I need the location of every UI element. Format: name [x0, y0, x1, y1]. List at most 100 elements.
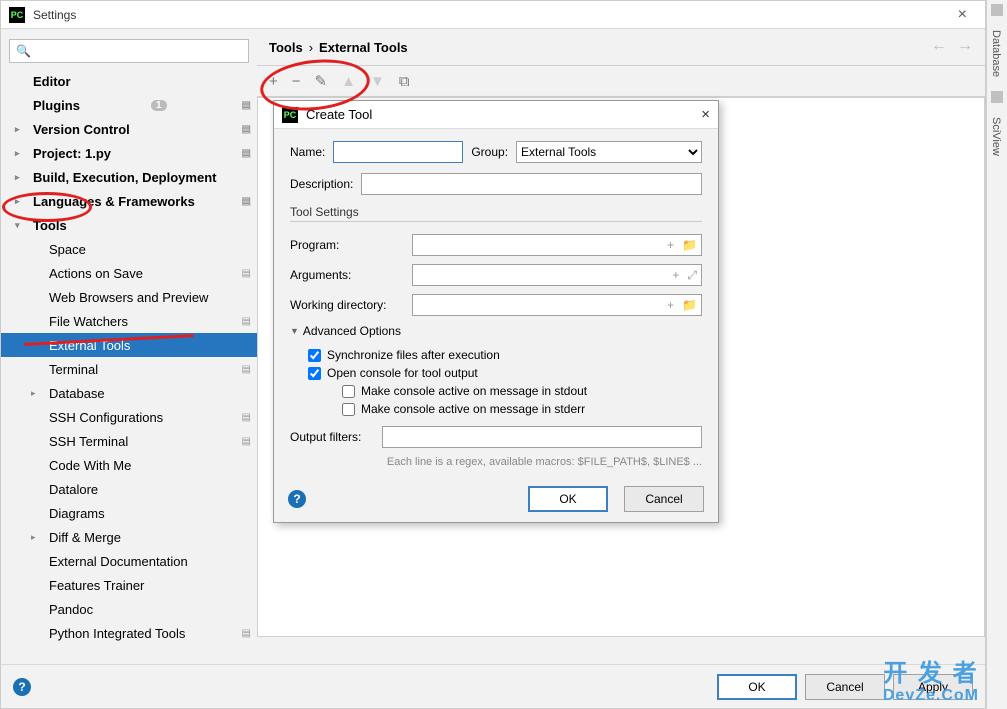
- dialog-ok-button[interactable]: OK: [528, 486, 608, 512]
- chevron-right-icon: ▸: [15, 172, 20, 183]
- sidebar-item-languages-frameworks[interactable]: ▸Languages & Frameworks▤: [1, 189, 257, 213]
- cancel-button[interactable]: Cancel: [805, 674, 885, 700]
- sidebar-item-python-integrated-tools[interactable]: Python Integrated Tools▤: [1, 621, 257, 645]
- gear-icon: ▤: [242, 364, 251, 375]
- group-label: Group:: [471, 145, 508, 159]
- sidebar-item-label: SSH Configurations: [49, 410, 163, 425]
- gear-icon: ▤: [242, 196, 251, 207]
- ok-button[interactable]: OK: [717, 674, 797, 700]
- search-input[interactable]: [35, 44, 242, 58]
- browse-icon[interactable]: 📁: [678, 298, 701, 312]
- stdout-label: Make console active on message in stdout: [361, 384, 587, 398]
- sidebar-item-diff-merge[interactable]: ▸Diff & Merge: [1, 525, 257, 549]
- database-rail-tab[interactable]: Database: [987, 20, 1005, 87]
- nav-back-icon[interactable]: ←: [931, 37, 947, 55]
- sidebar-item-file-watchers[interactable]: File Watchers ▤: [1, 309, 257, 333]
- sidebar-item-ssh-terminal[interactable]: SSH Terminal▤: [1, 429, 257, 453]
- sync-files-checkbox[interactable]: [308, 349, 321, 362]
- titlebar: PC Settings ×: [1, 1, 985, 29]
- sidebar-item-label: Languages & Frameworks: [33, 194, 195, 209]
- dialog-title: Create Tool: [306, 107, 372, 122]
- working-dir-label: Working directory:: [290, 298, 406, 312]
- dialog-close-button[interactable]: ×: [701, 106, 710, 123]
- rail-icon[interactable]: [991, 4, 1003, 16]
- breadcrumb: Tools › External Tools ← →: [257, 29, 985, 65]
- expand-icon[interactable]: ⤢: [683, 268, 701, 283]
- insert-macro-icon[interactable]: +: [663, 298, 678, 312]
- sidebar-item-space[interactable]: Space: [1, 237, 257, 261]
- window-close-button[interactable]: ×: [948, 6, 977, 24]
- sidebar-item-editor[interactable]: Editor: [1, 69, 257, 93]
- insert-macro-icon[interactable]: +: [668, 268, 683, 282]
- tool-settings-heading: Tool Settings: [290, 205, 702, 222]
- sidebar-item-pandoc[interactable]: Pandoc: [1, 597, 257, 621]
- sidebar-item-features-trainer[interactable]: Features Trainer: [1, 573, 257, 597]
- sidebar-item-datalore[interactable]: Datalore: [1, 477, 257, 501]
- sidebar-item-database[interactable]: ▸Database: [1, 381, 257, 405]
- advanced-options-toggle[interactable]: ▼ Advanced Options: [290, 324, 702, 338]
- sidebar-item-build-execution-deployment[interactable]: ▸ Build, Execution, Deployment: [1, 165, 257, 189]
- chevron-down-icon: ▾: [15, 220, 20, 231]
- gear-icon: ▤: [242, 268, 251, 279]
- sidebar-item-terminal[interactable]: Terminal▤: [1, 357, 257, 381]
- browse-icon[interactable]: 📁: [678, 238, 701, 252]
- right-tool-rail: Database SciView: [986, 0, 1007, 709]
- dialog-cancel-button[interactable]: Cancel: [624, 486, 704, 512]
- copy-button[interactable]: ⧉: [399, 73, 410, 90]
- output-filters-label: Output filters:: [290, 430, 376, 444]
- stderr-checkbox[interactable]: [342, 403, 355, 416]
- rail-icon[interactable]: [991, 91, 1003, 103]
- gear-icon: ▤: [242, 412, 251, 423]
- sidebar-item-plugins[interactable]: Plugins1▤: [1, 93, 257, 117]
- chevron-right-icon: ▸: [15, 148, 20, 159]
- create-tool-dialog: PC Create Tool × Name: Group: External T…: [273, 100, 719, 523]
- add-button[interactable]: +: [269, 73, 278, 90]
- move-up-button[interactable]: ▲: [341, 73, 356, 90]
- name-input[interactable]: [333, 141, 463, 163]
- sidebar-item-label: Build, Execution, Deployment: [33, 170, 216, 185]
- breadcrumb-leaf: External Tools: [319, 40, 408, 55]
- stdout-checkbox[interactable]: [342, 385, 355, 398]
- edit-button[interactable]: ✎: [315, 72, 328, 90]
- dialog-help-button[interactable]: ?: [288, 490, 306, 508]
- sidebar-item-web-browsers-and-preview[interactable]: Web Browsers and Preview: [1, 285, 257, 309]
- move-down-button[interactable]: ▼: [370, 73, 385, 90]
- group-select[interactable]: External Tools: [516, 141, 702, 163]
- sidebar-item-version-control[interactable]: ▸Version Control▤: [1, 117, 257, 141]
- insert-macro-icon[interactable]: +: [663, 238, 678, 252]
- stderr-label: Make console active on message in stderr: [361, 402, 585, 416]
- sidebar-item-actions-on-save[interactable]: Actions on Save▤: [1, 261, 257, 285]
- filters-hint: Each line is a regex, available macros: …: [290, 456, 702, 468]
- chevron-right-icon: ▸: [15, 124, 20, 135]
- sidebar: 🔍 Editor Plugins1▤ ▸ Version Control ▤ ▸Proje…: [1, 29, 257, 664]
- sidebar-item-label: Web Browsers and Preview: [49, 290, 208, 305]
- nav-forward-icon[interactable]: →: [957, 37, 973, 55]
- remove-button[interactable]: −: [292, 73, 301, 90]
- program-label: Program:: [290, 238, 406, 252]
- sidebar-item-code-with-me[interactable]: Code With Me: [1, 453, 257, 477]
- output-filters-input[interactable]: [383, 430, 701, 444]
- help-button[interactable]: ?: [13, 678, 31, 696]
- sidebar-item-label: Editor: [33, 74, 71, 89]
- arguments-label: Arguments:: [290, 268, 406, 282]
- sidebar-item-tools[interactable]: ▾Tools: [1, 213, 257, 237]
- search-icon: 🔍: [16, 44, 31, 58]
- working-dir-input[interactable]: [413, 298, 663, 312]
- open-console-checkbox[interactable]: [308, 367, 321, 380]
- sidebar-item-label: Python Integrated Tools: [49, 626, 185, 641]
- arguments-input[interactable]: [413, 268, 668, 282]
- sidebar-item-project-1-py[interactable]: ▸Project: 1.py▤: [1, 141, 257, 165]
- program-input[interactable]: [413, 238, 663, 252]
- sidebar-item-external-documentation[interactable]: External Documentation: [1, 549, 257, 573]
- gear-icon: ▤: [242, 316, 251, 327]
- sidebar-item-label: Plugins: [33, 98, 80, 113]
- sidebar-item-ssh-configurations[interactable]: SSH Configurations ▤: [1, 405, 257, 429]
- description-input[interactable]: [361, 173, 702, 195]
- breadcrumb-root[interactable]: Tools: [269, 40, 303, 55]
- sidebar-item-label: Version Control: [33, 122, 130, 137]
- sciview-rail-tab[interactable]: SciView: [987, 107, 1005, 166]
- sidebar-item-label: Space: [49, 242, 86, 257]
- sidebar-search[interactable]: 🔍: [9, 39, 249, 63]
- sidebar-item-label: File Watchers: [49, 314, 128, 329]
- sidebar-item-diagrams[interactable]: Diagrams: [1, 501, 257, 525]
